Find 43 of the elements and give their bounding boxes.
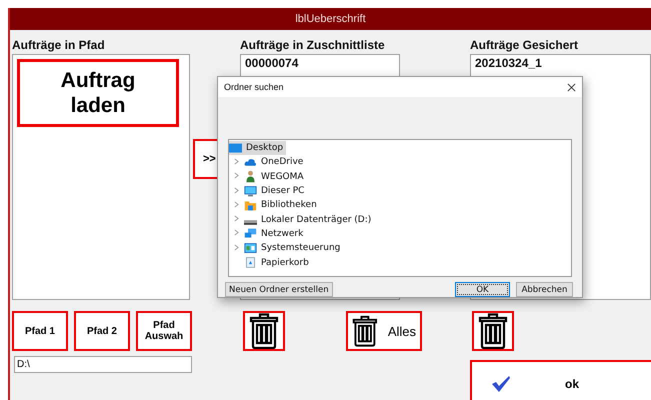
- path-field[interactable]: D:\: [14, 356, 192, 373]
- ok-button[interactable]: ok: [470, 360, 651, 400]
- list-label: Aufträge in Zuschnittliste: [240, 38, 386, 52]
- path-button[interactable]: Pfad 2: [74, 311, 130, 351]
- folder-tree[interactable]: Desktop OneDrive WEGOMA Dieser PC Bibliotheken Lokaler Datenträger (D:) Netzwerk Systemsteuerung Papierkorb: [228, 139, 572, 277]
- list-item[interactable]: 20210324_1: [475, 57, 646, 70]
- load-order-button[interactable]: Auftrag laden: [17, 59, 179, 127]
- window-title: lblUeberschrift: [10, 8, 651, 30]
- tree-item[interactable]: Lokaler Datenträger (D:): [232, 212, 571, 227]
- path-button[interactable]: Pfad 1: [12, 311, 68, 351]
- trash-icon: [249, 313, 279, 349]
- list-label: Aufträge Gesichert: [470, 38, 580, 52]
- tree-item[interactable]: Bibliotheken: [232, 198, 571, 212]
- list-item[interactable]: 00000074: [245, 57, 395, 70]
- tree-item[interactable]: Netzwerk: [232, 226, 571, 242]
- dialog-title: Ordner suchen: [224, 82, 284, 92]
- user-icon: [244, 170, 257, 184]
- order-list[interactable]: Auftrag laden: [12, 54, 190, 300]
- network-icon: [244, 227, 257, 240]
- tree-item[interactable]: Systemsteuerung: [232, 241, 571, 256]
- trash-icon: [352, 313, 378, 349]
- list-label: Aufträge in Pfad: [12, 38, 106, 52]
- dialog-button[interactable]: Neuen Ordner erstellen: [225, 282, 333, 297]
- path-button[interactable]: Pfad Auswah: [136, 311, 192, 351]
- delete-all-button[interactable]: Alles: [346, 311, 422, 351]
- close-icon[interactable]: [567, 82, 576, 92]
- bin-icon: [244, 256, 257, 270]
- tree-item[interactable]: Desktop: [229, 141, 286, 156]
- delete-button[interactable]: [243, 311, 285, 351]
- dialog-button[interactable]: Abbrechen: [516, 282, 573, 297]
- tree-item[interactable]: Dieser PC: [232, 184, 571, 198]
- dialog-button[interactable]: OK: [455, 282, 510, 297]
- drive-icon: [244, 220, 257, 226]
- checkmark-icon: [490, 375, 512, 393]
- panel-icon: [244, 242, 257, 255]
- tree-item[interactable]: OneDrive: [232, 155, 571, 170]
- desktop-icon: [229, 142, 242, 155]
- tree-item[interactable]: WEGOMA: [232, 170, 571, 184]
- tree-item[interactable]: Papierkorb: [232, 255, 571, 270]
- delete-button[interactable]: [472, 311, 514, 351]
- folder-icon: [244, 198, 257, 212]
- trash-icon: [478, 313, 508, 349]
- monitor-icon: [244, 184, 257, 198]
